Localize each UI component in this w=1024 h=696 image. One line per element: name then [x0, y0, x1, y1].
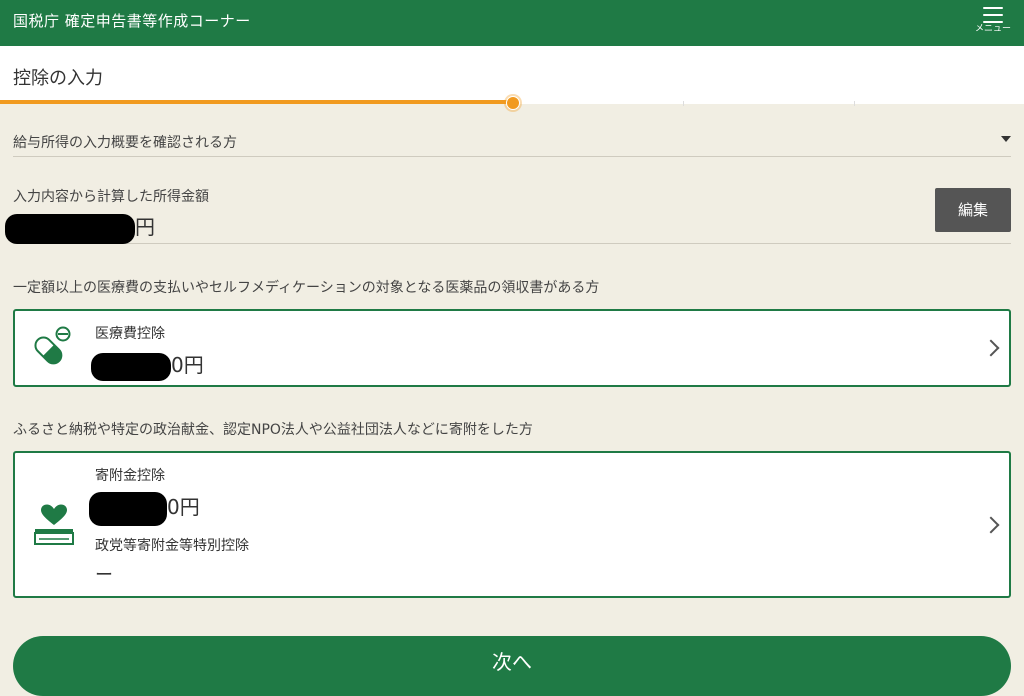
- accordion-label: 給与所得の入力概要を確認される方: [13, 135, 237, 151]
- redaction-mark: [89, 491, 167, 526]
- donation-deduction-card[interactable]: 寄附金控除 0円 政党等寄附金等特別控除 ー: [13, 451, 1011, 598]
- medical-amount-suffix: 0円: [171, 353, 204, 377]
- donation-title: 寄附金控除: [95, 468, 165, 484]
- app-title: 国税庁 確定申告書等作成コーナー: [13, 12, 251, 30]
- redaction-mark: [5, 213, 135, 244]
- progress-step-marker: [683, 101, 684, 106]
- donation-amount-suffix: 0円: [167, 495, 200, 519]
- medical-note: 一定額以上の医療費の支払いやセルフメディケーションの対象となる医薬品の領収書があ…: [13, 280, 600, 296]
- medical-title: 医療費控除: [95, 326, 165, 342]
- progress-indicator: [506, 96, 520, 110]
- medical-amount: 0円: [91, 349, 204, 381]
- chevron-right-icon: [982, 516, 1000, 534]
- heart-box-icon: [33, 503, 75, 549]
- political-donation-title: 政党等寄附金等特別控除: [95, 538, 249, 554]
- redaction-mark: [91, 352, 171, 381]
- income-label: 入力内容から計算した所得金額: [13, 189, 209, 205]
- menu-label: メニュー: [974, 24, 1011, 34]
- salary-summary-accordion[interactable]: 給与所得の入力概要を確認される方: [13, 122, 1011, 157]
- donation-note: ふるさと納税や特定の政治献金、認定NPO法人や公益社団法人などに寄附をした方: [13, 422, 533, 438]
- progress-step-marker: [854, 101, 855, 106]
- next-button[interactable]: 次へ: [13, 636, 1011, 696]
- progress-fill: [0, 100, 512, 104]
- page-title: 控除の入力: [13, 68, 103, 89]
- capsule-icon: [27, 325, 73, 375]
- caret-down-icon: [1001, 136, 1011, 142]
- progress-bar: [0, 96, 1024, 110]
- edit-button[interactable]: 編集: [935, 188, 1011, 232]
- top-bar: 国税庁 確定申告書等作成コーナー メニュー: [0, 0, 1024, 46]
- chevron-right-icon: [982, 339, 1000, 357]
- income-unit: 円: [135, 215, 155, 239]
- medical-deduction-card[interactable]: 医療費控除 0円: [13, 309, 1011, 387]
- income-amount: 円: [5, 211, 155, 244]
- income-summary: 入力内容から計算した所得金額 円 編集: [5, 178, 1011, 244]
- menu-button[interactable]: メニュー: [972, 5, 1014, 41]
- page-header: 控除の入力: [0, 46, 1024, 102]
- political-donation-value: ー: [95, 565, 113, 586]
- donation-amount: 0円: [89, 491, 200, 526]
